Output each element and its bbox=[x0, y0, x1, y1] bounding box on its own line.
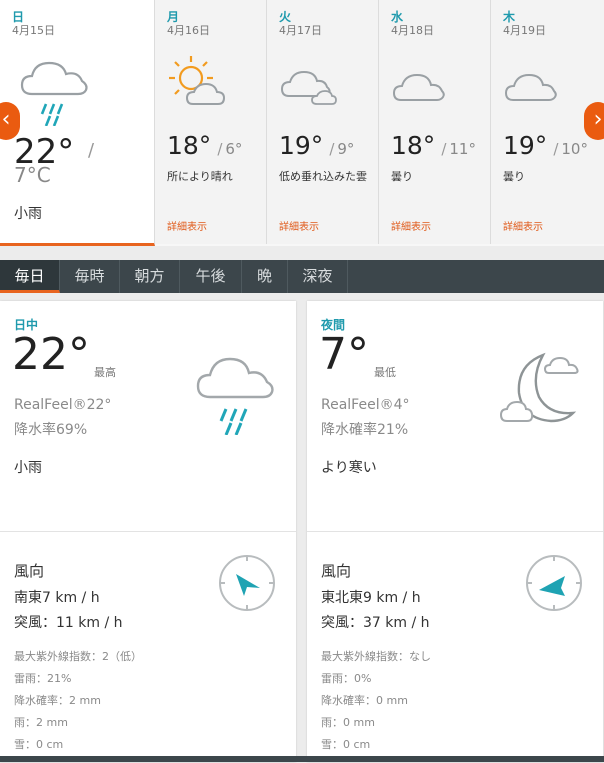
cloudy-icon bbox=[280, 70, 337, 105]
daytime-card: 日中 22° 最高 RealFeel®22° 降水率69% 小雨 風向 南東7 … bbox=[0, 301, 296, 762]
big-temp: 7° bbox=[319, 329, 369, 380]
rain-amount: 雨：2 mm bbox=[14, 716, 68, 729]
nighttime-card: 夜間 7° 最低 RealFeel®4° 降水確率21% より寒い 風向 東北東… bbox=[307, 301, 603, 762]
temp-separator: / bbox=[88, 140, 95, 161]
thunder-prob: 雷雨：0% bbox=[321, 672, 372, 685]
details-link[interactable]: 詳細表示 bbox=[279, 218, 319, 233]
day-date: 4月19日 bbox=[503, 24, 546, 37]
day-card-2[interactable]: 火 4月17日 19°/9° 低め垂れ込みた雲 詳細表示 bbox=[267, 0, 379, 244]
day-card-3[interactable]: 水 4月18日 18°/11° 曇り 詳細表示 bbox=[379, 0, 491, 244]
cloud-icon bbox=[392, 73, 445, 101]
temp-separator: / bbox=[329, 140, 335, 158]
precip-amount: 降水確率：0 mm bbox=[321, 694, 408, 707]
day-date: 4月18日 bbox=[391, 24, 434, 37]
gust-value: 突風：11 km / h bbox=[14, 615, 123, 631]
tab-morning[interactable]: 朝方 bbox=[120, 260, 180, 293]
cloud-icon bbox=[504, 73, 557, 101]
hilo-label: 最低 bbox=[374, 366, 396, 379]
details-link[interactable]: 詳細表示 bbox=[391, 218, 431, 233]
next-arrow-button[interactable]: › bbox=[584, 102, 604, 140]
taskbar-edge bbox=[0, 756, 604, 762]
hilo-label: 最高 bbox=[94, 366, 116, 379]
day-low: 7°C bbox=[14, 163, 51, 187]
period-tabs: 毎日 毎時 朝方 午後 晩 深夜 bbox=[0, 260, 604, 293]
day-date: 4月16日 bbox=[167, 24, 210, 37]
temp-separator: / bbox=[441, 140, 447, 158]
day-high: 19° bbox=[279, 131, 324, 160]
prev-arrow-button[interactable]: ‹ bbox=[0, 102, 20, 140]
condition-phrase: より寒い bbox=[321, 460, 377, 476]
day-high: 18° bbox=[167, 131, 212, 160]
wind-label: 風向 bbox=[14, 562, 45, 580]
thunder-prob: 雷雨：21% bbox=[14, 672, 72, 685]
day-high: 18° bbox=[391, 131, 436, 160]
day-temps: 19° /9° bbox=[279, 131, 354, 160]
precip-prob: 降水確率21% bbox=[321, 422, 409, 438]
condition-phrase: 小雨 bbox=[14, 460, 42, 476]
nighttime-summary: 夜間 7° 最低 RealFeel®4° 降水確率21% より寒い bbox=[307, 301, 603, 531]
details-link[interactable]: 詳細表示 bbox=[167, 218, 207, 233]
day-condition: 曇り bbox=[503, 170, 525, 183]
wind-compass-icon bbox=[219, 555, 275, 611]
nighttime-details: 風向 東北東9 km / h 突風：37 km / h 最大紫外線指数：なし 雷… bbox=[307, 531, 603, 763]
day-low: 6° bbox=[225, 140, 243, 158]
uv-index: 最大紫外線指数：なし bbox=[321, 650, 431, 663]
wind-compass-icon bbox=[526, 555, 582, 611]
temp-separator: / bbox=[217, 140, 223, 158]
gust-value: 突風：37 km / h bbox=[321, 615, 430, 631]
uv-index: 最大紫外線指数：2（低） bbox=[14, 650, 142, 663]
day-condition: 小雨 bbox=[14, 206, 42, 222]
precip-amount: 降水確率：2 mm bbox=[14, 694, 101, 707]
day-low: 10° bbox=[561, 140, 588, 158]
precip-prob: 降水率69% bbox=[14, 422, 88, 438]
day-date: 4月17日 bbox=[279, 24, 322, 37]
snow-amount: 雪：0 cm bbox=[14, 738, 64, 751]
day-temps: 18° /11° bbox=[391, 131, 476, 160]
day-low: 11° bbox=[449, 140, 476, 158]
details-link[interactable]: 詳細表示 bbox=[503, 218, 543, 233]
tab-evening[interactable]: 晩 bbox=[242, 260, 288, 293]
day-date: 4月15日 bbox=[12, 24, 55, 37]
day-low: 9° bbox=[337, 140, 355, 158]
wind-value: 南東7 km / h bbox=[14, 590, 100, 606]
day-condition: 曇り bbox=[391, 170, 413, 183]
rain-cloud-icon bbox=[20, 61, 88, 126]
partly-sunny-icon bbox=[169, 56, 226, 105]
day-high: 19° bbox=[503, 131, 548, 160]
realfeel: RealFeel®22° bbox=[14, 397, 112, 413]
moon-clouds-icon bbox=[499, 352, 579, 423]
realfeel: RealFeel®4° bbox=[321, 397, 410, 413]
tab-afternoon[interactable]: 午後 bbox=[180, 260, 242, 293]
daytime-details: 風向 南東7 km / h 突風：11 km / h 最大紫外線指数：2（低） … bbox=[0, 531, 296, 763]
temp-separator: / bbox=[553, 140, 559, 158]
day-condition: 低め垂れ込みた雲 bbox=[279, 170, 367, 183]
rain-amount: 雨：0 mm bbox=[321, 716, 375, 729]
tab-daily[interactable]: 毎日 bbox=[0, 260, 60, 293]
day-card-1[interactable]: 月 4月16日 18°/6° 所により晴れ 詳細表示 bbox=[155, 0, 267, 244]
day-temps: 19° /10° bbox=[503, 131, 588, 160]
tab-overnight[interactable]: 深夜 bbox=[288, 260, 348, 293]
day-card-0[interactable]: 日 4月15日 22° / 7°C 小雨 bbox=[0, 0, 155, 246]
forecast-strip: 日 4月15日 22° / 7°C 小雨 月 4月16日 18° / 6° 所に… bbox=[0, 0, 604, 246]
tab-hourly[interactable]: 毎時 bbox=[60, 260, 120, 293]
big-temp: 22° bbox=[12, 329, 90, 380]
day-condition: 所により晴れ bbox=[167, 170, 233, 183]
wind-label: 風向 bbox=[321, 562, 352, 580]
wind-value: 東北東9 km / h bbox=[321, 590, 421, 606]
rain-cloud-icon bbox=[196, 357, 274, 435]
snow-amount: 雪：0 cm bbox=[321, 738, 371, 751]
day-temps: 18° /6° bbox=[167, 131, 242, 160]
daytime-summary: 日中 22° 最高 RealFeel®22° 降水率69% 小雨 bbox=[0, 301, 296, 531]
